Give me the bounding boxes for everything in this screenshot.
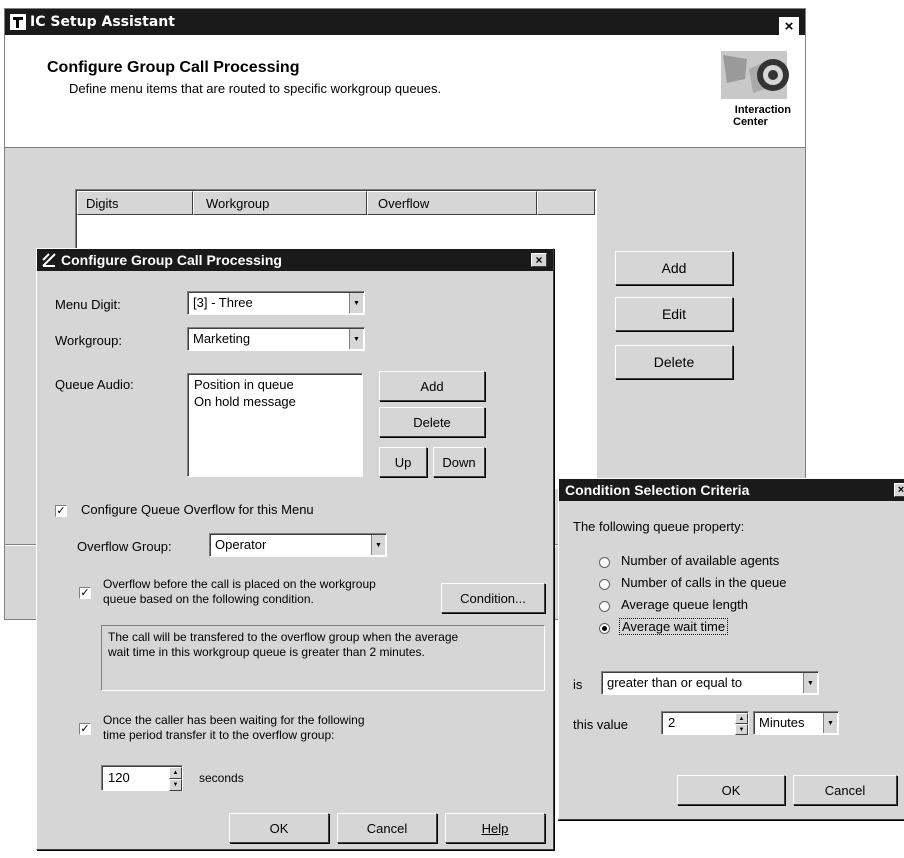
list-item[interactable]: Position in queue — [194, 376, 356, 393]
condition-cancel-button[interactable]: Cancel — [793, 775, 897, 805]
chevron-down-icon[interactable]: ▼ — [371, 535, 385, 555]
column-header-workgroup[interactable]: Workgroup — [193, 191, 367, 215]
condition-dialog: Condition Selection Criteria × The follo… — [558, 478, 904, 820]
condition-button[interactable]: Condition... — [441, 583, 545, 613]
workgroup-select[interactable]: Marketing ▼ — [187, 327, 365, 351]
configure-dialog-title: Configure Group Call Processing — [61, 252, 282, 268]
radio-label-average-wait-time[interactable]: Average wait time — [619, 618, 729, 635]
check-mark-icon: ✓ — [80, 587, 90, 599]
delete-button[interactable]: Delete — [615, 345, 733, 379]
condition-description-line2: wait time in this workgroup queue is gre… — [108, 645, 425, 659]
queue-audio-delete-button[interactable]: Delete — [379, 407, 485, 437]
condition-description-line1: The call will be transfered to the overf… — [108, 630, 459, 644]
radio-label-average-queue-length[interactable]: Average queue length — [621, 597, 748, 612]
chevron-down-icon[interactable]: ▼ — [349, 329, 363, 349]
menu-digit-label: Menu Digit: — [55, 297, 121, 312]
column-header-overflow[interactable]: Overflow — [367, 191, 537, 215]
overflow-group-label: Overflow Group: — [77, 539, 172, 554]
table-header-row: Digits Workgroup Overflow — [77, 191, 595, 215]
chevron-down-icon[interactable]: ▼ — [823, 713, 837, 733]
queue-property-prompt: The following queue property: — [573, 519, 745, 534]
configure-dialog: Configure Group Call Processing × Menu D… — [36, 248, 554, 850]
spin-down-icon[interactable]: ▼ — [735, 724, 748, 735]
radio-available-agents[interactable] — [599, 557, 610, 568]
logo-text-2: Center — [733, 116, 768, 128]
radio-average-wait-time[interactable] — [599, 623, 610, 634]
add-button[interactable]: Add — [615, 251, 733, 285]
main-window-title: IC Setup Assistant — [30, 14, 175, 30]
workgroup-label: Workgroup: — [55, 333, 122, 348]
main-close-button[interactable]: × — [779, 17, 799, 35]
header-subtitle: Define menu items that are routed to spe… — [69, 81, 442, 96]
radio-average-queue-length[interactable] — [599, 601, 610, 612]
overflow-before-label[interactable]: Overflow before the call is placed on th… — [103, 577, 376, 607]
configure-overflow-label[interactable]: Configure Queue Overflow for this Menu — [81, 502, 314, 517]
chevron-down-icon[interactable]: ▼ — [349, 293, 363, 313]
value-spinner[interactable]: ▲ ▼ — [735, 713, 748, 735]
menu-digit-select[interactable]: [3] - Three ▼ — [187, 291, 365, 315]
column-header-blank — [537, 191, 595, 215]
condition-dialog-title-bar[interactable]: Condition Selection Criteria — [559, 479, 904, 501]
main-title-bar[interactable]: IC Setup Assistant — [5, 9, 805, 35]
is-label: is — [573, 677, 583, 692]
logo-text-1: Interaction — [734, 104, 791, 116]
condition-ok-button[interactable]: OK — [677, 775, 785, 805]
check-mark-icon: ✓ — [80, 723, 90, 735]
dialog-icon — [41, 252, 57, 268]
interaction-center-logo: Interaction Center — [717, 49, 791, 133]
this-value-label: this value — [573, 717, 628, 732]
radio-label-calls-in-queue[interactable]: Number of calls in the queue — [621, 575, 786, 590]
header-title: Configure Group Call Processing — [47, 59, 300, 76]
app-icon — [9, 13, 27, 31]
radio-calls-in-queue[interactable] — [599, 579, 610, 590]
overflow-before-checkbox[interactable]: ✓ — [79, 587, 91, 599]
main-header: Configure Group Call Processing Define m… — [5, 35, 805, 148]
configure-dialog-close-button[interactable]: × — [531, 253, 547, 267]
queue-audio-add-button[interactable]: Add — [379, 371, 485, 401]
once-waiting-label[interactable]: Once the caller has been waiting for the… — [103, 713, 365, 743]
edit-button[interactable]: Edit — [615, 297, 733, 331]
radio-label-available-agents[interactable]: Number of available agents — [621, 553, 779, 568]
condition-description-box: The call will be transfered to the overf… — [101, 625, 545, 691]
seconds-label: seconds — [199, 771, 244, 785]
queue-audio-down-button[interactable]: Down — [433, 447, 485, 477]
wait-seconds-spinner[interactable]: ▲ ▼ — [169, 767, 182, 791]
list-item[interactable]: On hold message — [194, 393, 356, 410]
unit-select[interactable]: Minutes ▼ — [753, 711, 839, 735]
check-mark-icon: ✓ — [56, 505, 66, 517]
comparison-select[interactable]: greater than or equal to ▼ — [601, 671, 819, 695]
condition-dialog-close-button[interactable]: × — [894, 483, 904, 497]
spin-up-icon[interactable]: ▲ — [735, 713, 748, 724]
queue-audio-up-button[interactable]: Up — [379, 447, 427, 477]
help-button[interactable]: Help — [445, 813, 545, 843]
configure-overflow-checkbox[interactable]: ✓ — [55, 505, 67, 517]
condition-dialog-title: Condition Selection Criteria — [565, 482, 750, 498]
queue-audio-label: Queue Audio: — [55, 377, 134, 392]
logo-globe-icon — [721, 51, 789, 99]
once-waiting-checkbox[interactable]: ✓ — [79, 723, 91, 735]
queue-audio-list[interactable]: Position in queue On hold message — [187, 373, 363, 477]
spin-down-icon[interactable]: ▼ — [169, 779, 182, 791]
cancel-button[interactable]: Cancel — [337, 813, 437, 843]
spin-up-icon[interactable]: ▲ — [169, 767, 182, 779]
ok-button[interactable]: OK — [229, 813, 329, 843]
chevron-down-icon[interactable]: ▼ — [803, 673, 817, 693]
configure-dialog-title-bar[interactable]: Configure Group Call Processing — [37, 249, 553, 271]
overflow-group-select[interactable]: Operator ▼ — [209, 533, 387, 557]
column-header-digits[interactable]: Digits — [77, 191, 193, 215]
